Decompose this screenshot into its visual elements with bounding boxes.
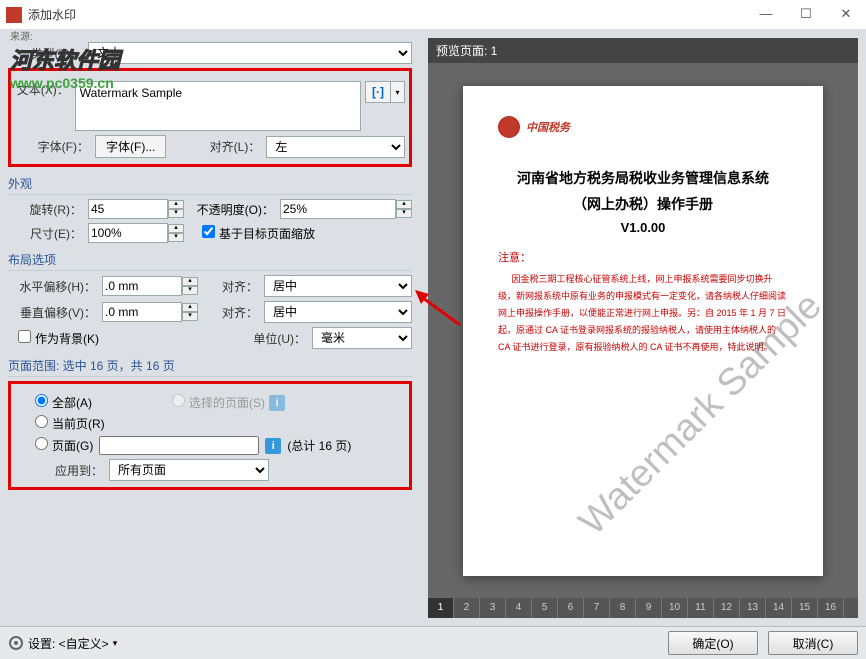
rotate-input[interactable]: [88, 199, 168, 219]
text-align-label: 对齐(L)：: [206, 138, 266, 155]
rotate-spinner[interactable]: ▴▾: [88, 199, 184, 219]
page-thumb-13[interactable]: 13: [740, 598, 766, 618]
opacity-spinner[interactable]: ▴▾: [280, 199, 412, 219]
radio-selected: 选择的页面(S): [172, 394, 265, 411]
unit-select[interactable]: 毫米: [312, 327, 412, 349]
text-label: 文本(X)：: [15, 81, 75, 98]
notice-body: 因金税三期工程核心征管系统上线，网上申报系统需要同步切换升级，新网报系统中原有业…: [498, 271, 788, 356]
settings-dropdown-icon[interactable]: ▾: [113, 638, 118, 649]
font-button[interactable]: 字体(F)...: [95, 135, 166, 158]
scale-label: 尺寸(E)：: [8, 225, 88, 242]
preview-page: 中国税务 河南省地方税务局税收业务管理信息系统 （网上办税）操作手册 V1.0.…: [463, 86, 823, 576]
apply-label: 应用到：: [15, 462, 109, 479]
page-thumbnails: 12345678910111213141516: [428, 598, 858, 618]
page-thumb-2[interactable]: 2: [454, 598, 480, 618]
dynamic-text-button[interactable]: [·]: [365, 81, 391, 103]
highlight-box-2: 全部(A) 选择的页面(S) i 当前页(R) 页面(G) i (总计 16 页…: [8, 381, 412, 490]
hoffset-spinner[interactable]: ▴▾: [102, 276, 198, 296]
window-title: 添加水印: [28, 6, 746, 23]
hoffset-input[interactable]: [102, 276, 182, 296]
maximize-button[interactable]: ☐: [786, 0, 826, 30]
settings-label[interactable]: 设置: <自定义>: [28, 635, 109, 652]
relative-scale-checkbox[interactable]: 基于目标页面缩放: [202, 225, 315, 242]
page-thumb-7[interactable]: 7: [584, 598, 610, 618]
apply-select[interactable]: 所有页面: [109, 459, 269, 481]
info-icon[interactable]: i: [265, 438, 281, 454]
type-select[interactable]: 文本: [88, 42, 412, 64]
page-thumb-9[interactable]: 9: [636, 598, 662, 618]
tax-logo-text: 中国税务: [526, 119, 570, 135]
ok-button[interactable]: 确定(O): [668, 631, 758, 655]
radio-all[interactable]: 全部(A): [35, 394, 92, 411]
page-thumb-12[interactable]: 12: [714, 598, 740, 618]
info-icon: i: [269, 395, 285, 411]
unit-label: 单位(U)：: [252, 330, 312, 347]
doc-title-1: 河南省地方税务局税收业务管理信息系统: [498, 168, 788, 188]
voffset-input[interactable]: [102, 302, 182, 322]
page-thumb-5[interactable]: 5: [532, 598, 558, 618]
page-thumb-3[interactable]: 3: [480, 598, 506, 618]
page-thumb-1[interactable]: 1: [428, 598, 454, 618]
preview-panel: 预览页面: 1 中国税务 河南省地方税务局税收业务管理信息系统 （网上办税）操作…: [420, 30, 866, 626]
doc-title-2: （网上办税）操作手册: [498, 194, 788, 214]
text-input[interactable]: Watermark Sample: [75, 81, 361, 131]
halign-select[interactable]: 居中: [264, 275, 412, 297]
voffset-label: 垂直偏移(V)：: [8, 304, 102, 321]
page-thumb-8[interactable]: 8: [610, 598, 636, 618]
scale-spinner[interactable]: ▴▾: [88, 223, 184, 243]
app-icon: [6, 7, 22, 23]
pages-total: (总计 16 页): [287, 437, 351, 454]
hoffset-label: 水平偏移(H)：: [8, 278, 102, 295]
page-thumb-16[interactable]: 16: [818, 598, 844, 618]
settings-panel: 类型(T)： 文本 文本(X)： Watermark Sample [·] ▾ …: [0, 30, 420, 626]
voffset-spinner[interactable]: ▴▾: [102, 302, 198, 322]
tax-logo-icon: [498, 116, 520, 138]
valign-select[interactable]: 居中: [264, 301, 412, 323]
titlebar: 添加水印 — ☐ ✕: [0, 0, 866, 30]
layout-header: 布局选项: [8, 251, 412, 271]
page-thumb-10[interactable]: 10: [662, 598, 688, 618]
radio-pages[interactable]: 页面(G): [35, 437, 93, 454]
preview-header: 预览页面: 1: [428, 38, 858, 63]
opacity-input[interactable]: [280, 199, 396, 219]
page-thumb-14[interactable]: 14: [766, 598, 792, 618]
opacity-label: 不透明度(O)：: [194, 201, 280, 218]
range-header: 页面范围: 选中 16 页，共 16 页: [8, 357, 412, 377]
page-thumb-11[interactable]: 11: [688, 598, 714, 618]
type-label: 类型(T)：: [8, 45, 88, 62]
page-thumb-4[interactable]: 4: [506, 598, 532, 618]
valign-label: 对齐：: [218, 304, 264, 321]
text-align-select[interactable]: 左: [266, 136, 405, 158]
minimize-button[interactable]: —: [746, 0, 786, 30]
rotate-label: 旋转(R)：: [8, 201, 88, 218]
font-label: 字体(F)：: [15, 138, 95, 155]
notice-title: 注意：: [498, 249, 788, 265]
dynamic-text-dropdown[interactable]: ▾: [391, 81, 405, 103]
cancel-button[interactable]: 取消(C): [768, 631, 858, 655]
footer-bar: 设置: <自定义> ▾ 确定(O) 取消(C): [0, 626, 866, 659]
scale-input[interactable]: [88, 223, 168, 243]
page-thumb-15[interactable]: 15: [792, 598, 818, 618]
page-thumb-6[interactable]: 6: [558, 598, 584, 618]
pages-input[interactable]: [99, 436, 259, 455]
close-button[interactable]: ✕: [826, 0, 866, 30]
halign-label: 对齐：: [218, 278, 264, 295]
doc-version: V1.0.00: [498, 220, 788, 235]
as-background-checkbox[interactable]: 作为背景(K): [18, 330, 99, 347]
highlight-box-1: 文本(X)： Watermark Sample [·] ▾ 字体(F)： 字体(…: [8, 68, 412, 167]
gear-icon: [8, 635, 24, 651]
preview-area: 中国税务 河南省地方税务局税收业务管理信息系统 （网上办税）操作手册 V1.0.…: [428, 63, 858, 598]
radio-current[interactable]: 当前页(R): [35, 415, 105, 432]
appearance-header: 外观: [8, 175, 412, 195]
